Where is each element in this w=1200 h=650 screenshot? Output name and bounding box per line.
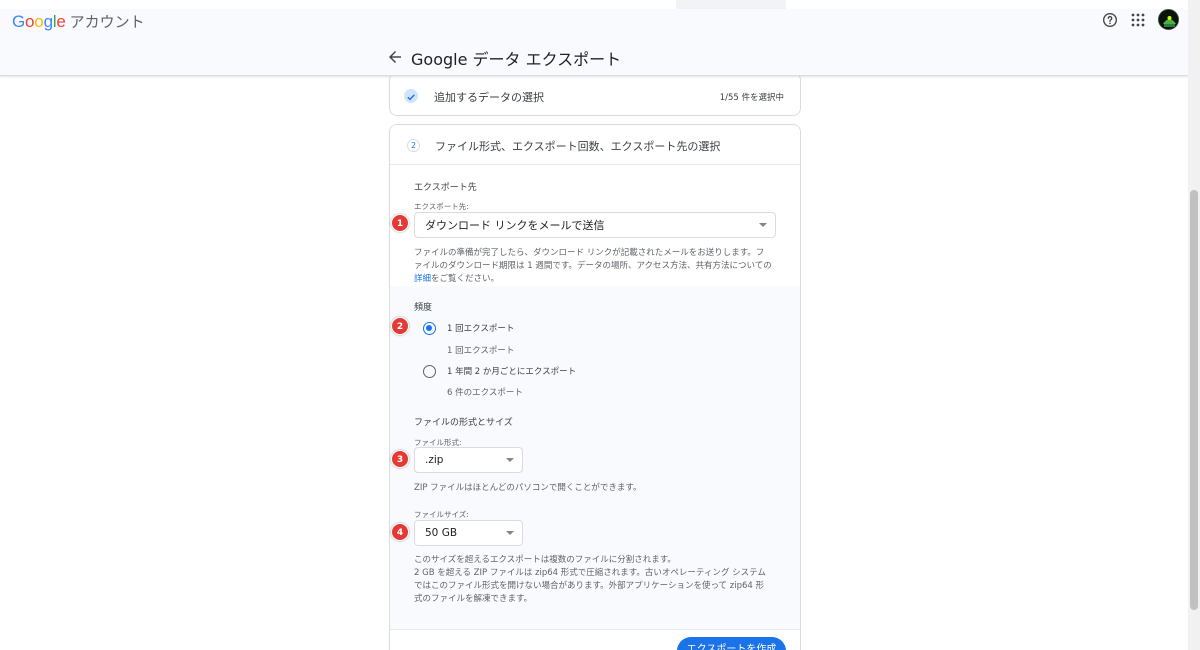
logo-letter: o <box>25 12 35 31</box>
file-size-field-label: ファイルサイズ: <box>414 510 469 519</box>
scrollbar[interactable] <box>1188 0 1200 650</box>
annotation-badge-4: 4 <box>391 523 409 541</box>
option-every-2-months-label: 1 年間 2 か月ごとにエクスポート <box>447 367 577 377</box>
destination-desc-line3: 詳細をご覧ください。 <box>414 273 784 286</box>
help-icon[interactable] <box>1102 12 1118 28</box>
file-size-value: 50 GB <box>425 527 458 539</box>
brand[interactable]: Google アカウント <box>12 11 145 32</box>
option-one-time-label: 1 回エクスポート <box>447 324 515 334</box>
chevron-down-icon <box>506 458 514 462</box>
check-icon <box>404 89 418 103</box>
create-export-button[interactable]: エクスポートを作成 <box>677 637 786 650</box>
destination-select[interactable]: ダウンロード リンクをメールで送信 <box>414 212 776 238</box>
scrollbar-thumb[interactable] <box>1190 190 1198 610</box>
annotation-badge-2: 2 <box>391 317 409 335</box>
annotation-badge-1: 1 <box>391 214 409 232</box>
file-size-description: このサイズを超えるエクスポートは複数のファイルに分割されます。 2 GB を超え… <box>414 554 784 606</box>
step2-header: 2 ファイル形式、エクスポート回数、エクスポート先の選択 <box>390 125 800 165</box>
step-number: 2 <box>407 139 420 152</box>
destination-description: ファイルの準備が完了したら、ダウンロード リンクが記載されたメールをお送りします… <box>414 247 784 286</box>
destination-section-title: エクスポート先 <box>414 183 477 193</box>
file-size-desc-line: 2 GB を超える ZIP ファイルは zip64 形式で圧縮されます。古いオペ… <box>414 568 766 578</box>
browser-strip-tab <box>676 0 786 9</box>
file-format-section-title: ファイルの形式とサイズ <box>414 418 513 428</box>
file-format-description: ZIP ファイルはほとんどのパソコンで開くことができます。 <box>414 483 642 493</box>
file-format-select[interactable]: .zip <box>414 447 523 473</box>
logo-letter: e <box>56 12 66 31</box>
selected-count: 1/55 件を選択中 <box>719 93 784 103</box>
file-size-desc-line: ではこのファイル形式を開けない場合があります。外部アプリケーションを使って zi… <box>414 581 764 591</box>
page-title: Google データ エクスポート <box>411 50 622 69</box>
file-size-select[interactable]: 50 GB <box>414 520 523 546</box>
step1-card[interactable]: 追加するデータの選択 1/55 件を選択中 <box>389 72 801 116</box>
file-size-desc-line: 式のファイルを解凍できます。 <box>414 594 533 604</box>
destination-desc-line2: ァイルのダウンロード期限は 1 週間です。データの場所、アクセス方法、共有方法に… <box>414 261 772 271</box>
back-arrow-icon[interactable] <box>386 48 404 66</box>
option-every-2-months-sub: 6 件のエクスポート <box>447 388 523 398</box>
logo-letter: g <box>43 12 53 31</box>
destination-field-label: エクスポート先: <box>414 202 469 211</box>
top-bar: Google アカウント Google データ エクスポート <box>0 0 1188 76</box>
browser-strip <box>0 0 1188 9</box>
google-logo: Google <box>12 12 66 32</box>
step2-title: ファイル形式、エクスポート回数、エクスポート先の選択 <box>435 140 721 153</box>
file-size-desc-line: このサイズを超えるエクスポートは複数のファイルに分割されます。 <box>414 555 676 565</box>
option-one-time-sub: 1 回エクスポート <box>447 346 515 356</box>
chevron-down-icon <box>759 223 767 227</box>
page: Google アカウント Google データ エクスポート 追加するデータの選… <box>0 0 1200 650</box>
avatar[interactable] <box>1158 9 1179 30</box>
avatar-image <box>1159 10 1178 29</box>
step1-title: 追加するデータの選択 <box>434 91 544 104</box>
destination-desc-tail: をご覧ください。 <box>431 274 500 284</box>
radio-every-2-months[interactable] <box>423 365 436 378</box>
logo-letter: G <box>12 12 26 31</box>
chevron-down-icon <box>506 531 514 535</box>
destination-value: ダウンロード リンクをメールで送信 <box>425 219 605 232</box>
annotation-badge-3: 3 <box>391 450 409 468</box>
details-link[interactable]: 詳細 <box>414 274 431 284</box>
radio-one-time[interactable] <box>423 322 436 335</box>
logo-letter: o <box>34 12 44 31</box>
account-label: アカウント <box>69 13 145 31</box>
apps-grid-icon[interactable] <box>1131 13 1145 27</box>
frequency-section-title: 頻度 <box>414 303 433 313</box>
file-format-value: .zip <box>425 454 444 466</box>
destination-desc-line1: ファイルの準備が完了したら、ダウンロード リンクが記載されたメールをお送りします… <box>414 248 765 258</box>
